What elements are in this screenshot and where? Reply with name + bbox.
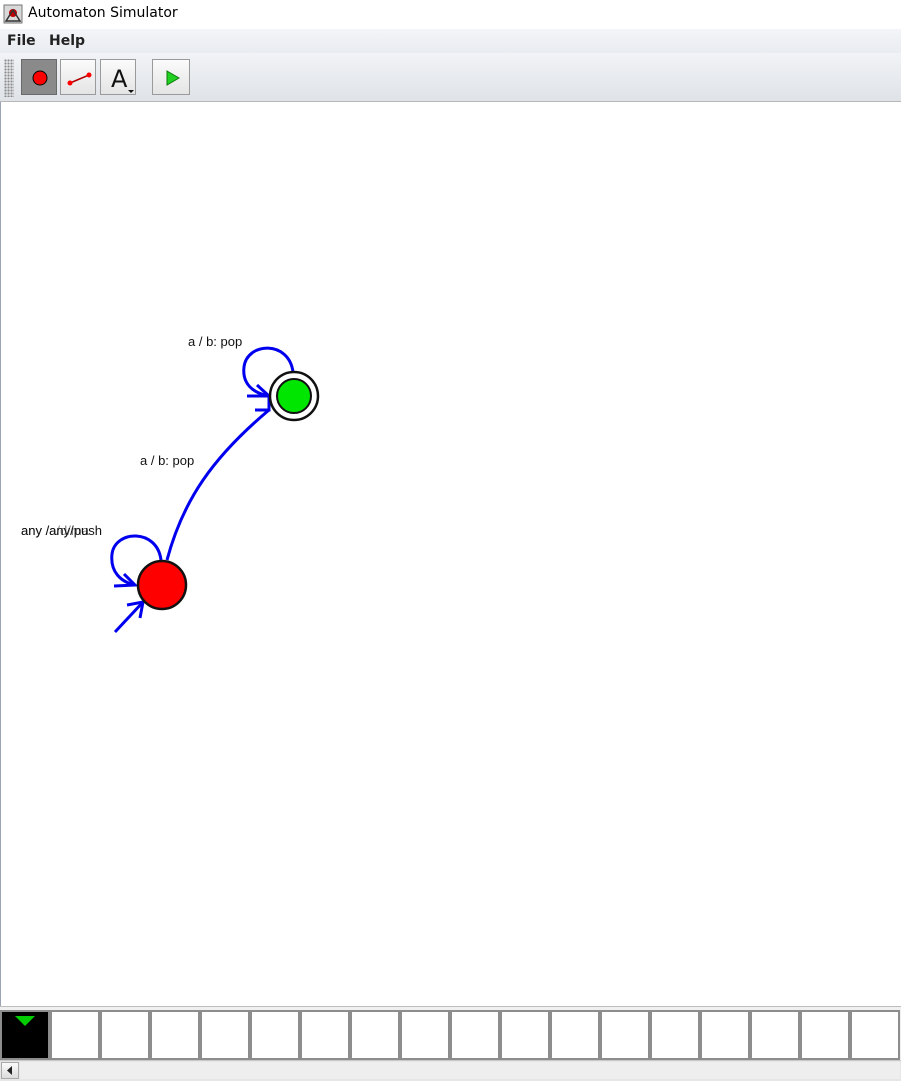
label-q1-self-loop[interactable]: a / b: pop (188, 334, 242, 349)
text-tool-glyph: A (111, 65, 128, 93)
red-circle-icon (32, 70, 48, 86)
menu-help[interactable]: Help (49, 33, 85, 49)
tape-head-marker-icon (15, 1016, 35, 1026)
state-q0[interactable] (136, 559, 188, 611)
scroll-thumb[interactable] (20, 1062, 900, 1079)
text-tool-button[interactable]: A (100, 59, 136, 95)
menu-bar: File Help (0, 29, 901, 53)
tape-cell[interactable] (350, 1010, 400, 1060)
label-q0-self-loop-overlap: any /a/d/ma (21, 523, 89, 538)
tape-cell[interactable] (150, 1010, 200, 1060)
tape-cell[interactable] (750, 1010, 800, 1060)
tape-cell[interactable] (400, 1010, 450, 1060)
tape-cell-head[interactable] (0, 1010, 50, 1060)
state-q1[interactable] (268, 370, 320, 422)
tape-cell[interactable] (600, 1010, 650, 1060)
state-tool-button[interactable] (21, 59, 57, 95)
tape-cell[interactable] (800, 1010, 850, 1060)
tape-cell[interactable] (100, 1010, 150, 1060)
scroll-left-button[interactable] (1, 1062, 19, 1079)
line-connector-icon (67, 72, 92, 86)
tape-cell[interactable] (300, 1010, 350, 1060)
tape-cell[interactable] (450, 1010, 500, 1060)
tape-cell[interactable] (250, 1010, 300, 1060)
label-q0-q1[interactable]: a / b: pop (140, 453, 194, 468)
run-simulation-button[interactable] (152, 59, 190, 95)
tape-cell[interactable] (850, 1010, 900, 1060)
tape-cell[interactable] (200, 1010, 250, 1060)
title-bar: Automaton Simulator (0, 0, 901, 29)
transition-q0-q1[interactable] (165, 408, 270, 561)
tape-cell[interactable] (500, 1010, 550, 1060)
chevron-left-icon (7, 1066, 12, 1075)
tape-scrollbar[interactable] (0, 1060, 901, 1081)
menu-file[interactable]: File (7, 33, 36, 49)
app-icon (3, 4, 23, 24)
input-tape (0, 1006, 901, 1061)
letter-a-dropdown-icon: A (111, 65, 134, 93)
tape-cell[interactable] (550, 1010, 600, 1060)
tape-cell[interactable] (700, 1010, 750, 1060)
tape-cell[interactable] (50, 1010, 100, 1060)
toolbar-grip-handle[interactable] (4, 59, 14, 97)
toolbar: A (0, 53, 901, 102)
arrowhead-q0-q1 (255, 396, 271, 412)
transition-tool-button[interactable] (60, 59, 96, 95)
automaton-drawing (110, 346, 320, 634)
tape-cell[interactable] (650, 1010, 700, 1060)
automaton-canvas[interactable]: a / b: pop a / b: pop any /any/push any … (0, 102, 901, 1006)
window-title: Automaton Simulator (28, 5, 178, 21)
green-play-icon (166, 70, 180, 86)
